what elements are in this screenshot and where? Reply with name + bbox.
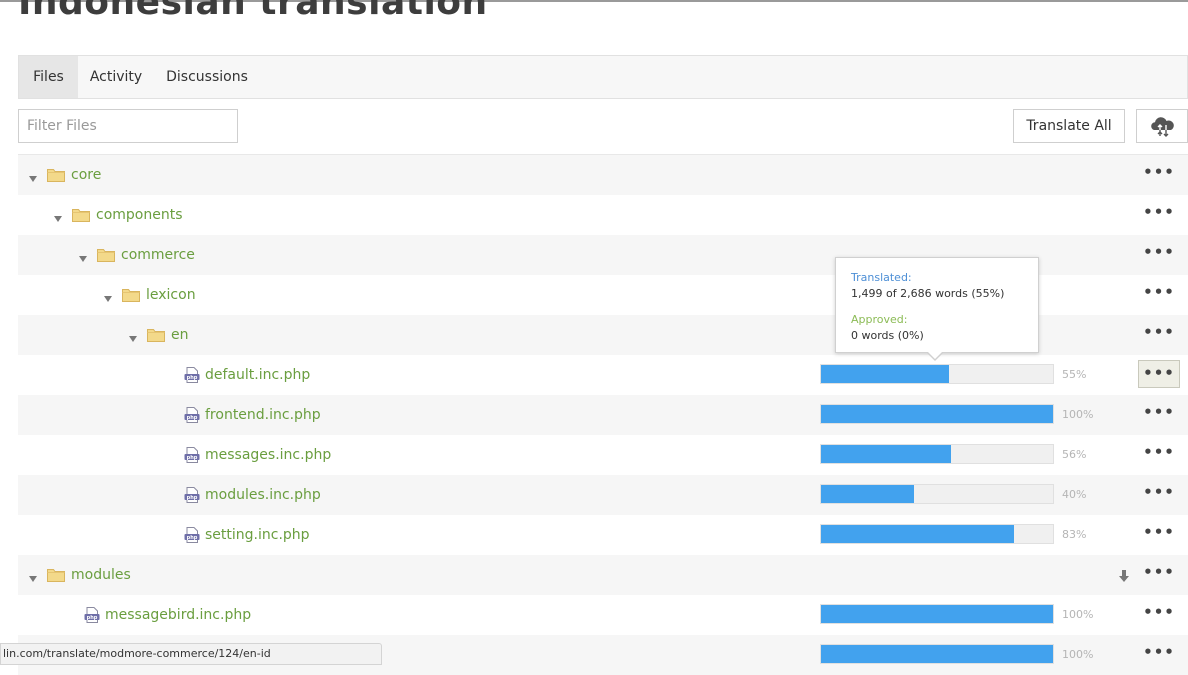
progress-bar[interactable] <box>820 524 1054 544</box>
row-menu-button[interactable]: ••• <box>1138 520 1180 548</box>
expand-caret-icon[interactable] <box>28 569 38 582</box>
tab-activity[interactable]: Activity <box>78 56 154 98</box>
php-file-icon: php <box>184 447 200 463</box>
file-name-link[interactable]: setting.inc.php <box>205 515 310 555</box>
progress-bar[interactable] <box>820 404 1054 424</box>
progress-bar[interactable] <box>820 364 1054 384</box>
progress-percent: 100% <box>1062 648 1094 661</box>
row-menu-button[interactable]: ••• <box>1138 600 1180 628</box>
progress-fill <box>821 525 1014 543</box>
row-menu-button[interactable]: ••• <box>1138 360 1180 388</box>
row-menu-button[interactable]: ••• <box>1138 440 1180 468</box>
progress-tooltip: Translated: 1,499 of 2,686 words (55%) A… <box>835 257 1039 353</box>
tooltip-approved-value: 0 words (0%) <box>851 329 924 342</box>
folder-icon <box>72 207 90 222</box>
progress-fill <box>821 405 1053 423</box>
folder-name-link[interactable]: modules <box>71 555 131 595</box>
php-file-icon: php <box>184 487 200 503</box>
file-row[interactable]: php modules.inc.php 40% ••• <box>18 475 1188 515</box>
progress-percent: 100% <box>1062 408 1094 421</box>
progress-bar[interactable] <box>820 604 1054 624</box>
folder-row[interactable]: components ••• <box>18 195 1188 235</box>
file-tree: core ••• components ••• commerce ••• lexicon ••… <box>18 154 1188 675</box>
file-name-link[interactable]: default.inc.php <box>205 355 310 395</box>
filter-files-input[interactable] <box>18 109 238 143</box>
cloud-upload-download-icon <box>1151 117 1174 137</box>
folder-name-link[interactable]: lexicon <box>146 275 196 315</box>
file-row[interactable]: php default.inc.php 55% ••• <box>18 355 1188 395</box>
row-menu-button[interactable]: ••• <box>1138 560 1180 588</box>
folder-name-link[interactable]: en <box>171 315 189 355</box>
folder-icon <box>97 247 115 262</box>
svg-text:php: php <box>187 375 198 381</box>
translate-all-button[interactable]: Translate All <box>1013 109 1125 143</box>
file-row[interactable]: php frontend.inc.php 100% ••• <box>18 395 1188 435</box>
progress-percent: 40% <box>1062 488 1087 501</box>
folder-name-link[interactable]: components <box>96 195 183 235</box>
folder-row[interactable]: modules ••• <box>18 555 1188 595</box>
expand-caret-icon[interactable] <box>103 289 113 302</box>
progress-fill <box>821 645 1053 663</box>
file-name-link[interactable]: modules.inc.php <box>205 475 321 515</box>
tooltip-approved-label: Approved: <box>851 313 908 326</box>
row-menu-button[interactable]: ••• <box>1138 320 1180 348</box>
svg-text:php: php <box>187 455 198 461</box>
svg-text:php: php <box>187 535 198 541</box>
file-row[interactable]: php messagebird.inc.php 100% ••• <box>18 595 1188 635</box>
svg-text:php: php <box>187 495 198 501</box>
progress-bar[interactable] <box>820 484 1054 504</box>
tab-files[interactable]: Files <box>19 56 78 98</box>
php-file-icon: php <box>84 607 100 623</box>
folder-icon <box>47 167 65 182</box>
page-title: Indonesian translation <box>18 0 488 23</box>
file-name-link[interactable]: frontend.inc.php <box>205 395 321 435</box>
file-name-link[interactable]: messages.inc.php <box>205 435 331 475</box>
row-menu-button[interactable]: ••• <box>1138 480 1180 508</box>
progress-fill <box>821 365 949 383</box>
php-file-icon: php <box>184 527 200 543</box>
php-file-icon: php <box>184 407 200 423</box>
browser-status-url: lin.com/translate/modmore-commerce/124/e… <box>0 643 382 665</box>
upload-download-button[interactable] <box>1136 109 1188 143</box>
expand-caret-icon[interactable] <box>78 249 88 262</box>
progress-percent: 100% <box>1062 608 1094 621</box>
folder-icon <box>147 327 165 342</box>
row-menu-button[interactable]: ••• <box>1138 160 1180 188</box>
row-menu-button[interactable]: ••• <box>1138 280 1180 308</box>
expand-caret-icon[interactable] <box>53 209 63 222</box>
progress-fill <box>821 485 914 503</box>
folder-icon <box>47 567 65 582</box>
folder-icon <box>122 287 140 302</box>
progress-fill <box>821 445 951 463</box>
expand-caret-icon[interactable] <box>128 329 138 342</box>
row-menu-button[interactable]: ••• <box>1138 240 1180 268</box>
tab-discussions[interactable]: Discussions <box>154 56 260 98</box>
progress-bar[interactable] <box>820 644 1054 664</box>
file-name-link[interactable]: messagebird.inc.php <box>105 595 251 635</box>
php-file-icon: php <box>184 367 200 383</box>
svg-text:php: php <box>187 415 198 421</box>
tooltip-translated-value: 1,499 of 2,686 words (55%) <box>851 287 1005 300</box>
file-row[interactable]: php setting.inc.php 83% ••• <box>18 515 1188 555</box>
svg-text:php: php <box>87 615 98 621</box>
folder-name-link[interactable]: commerce <box>121 235 195 275</box>
tooltip-arrow-inner <box>927 351 943 359</box>
tooltip-translated-label: Translated: <box>851 271 912 284</box>
row-menu-button[interactable]: ••• <box>1138 640 1180 668</box>
file-row[interactable]: php messages.inc.php 56% ••• <box>18 435 1188 475</box>
progress-percent: 55% <box>1062 368 1087 381</box>
progress-percent: 83% <box>1062 528 1087 541</box>
tab-bar: Files Activity Discussions <box>18 55 1188 99</box>
folder-row[interactable]: core ••• <box>18 155 1188 195</box>
progress-bar[interactable] <box>820 444 1054 464</box>
expand-caret-icon[interactable] <box>28 169 38 182</box>
download-icon[interactable] <box>1118 568 1130 582</box>
row-menu-button[interactable]: ••• <box>1138 200 1180 228</box>
progress-fill <box>821 605 1053 623</box>
progress-percent: 56% <box>1062 448 1087 461</box>
row-menu-button[interactable]: ••• <box>1138 400 1180 428</box>
folder-name-link[interactable]: core <box>71 155 101 195</box>
